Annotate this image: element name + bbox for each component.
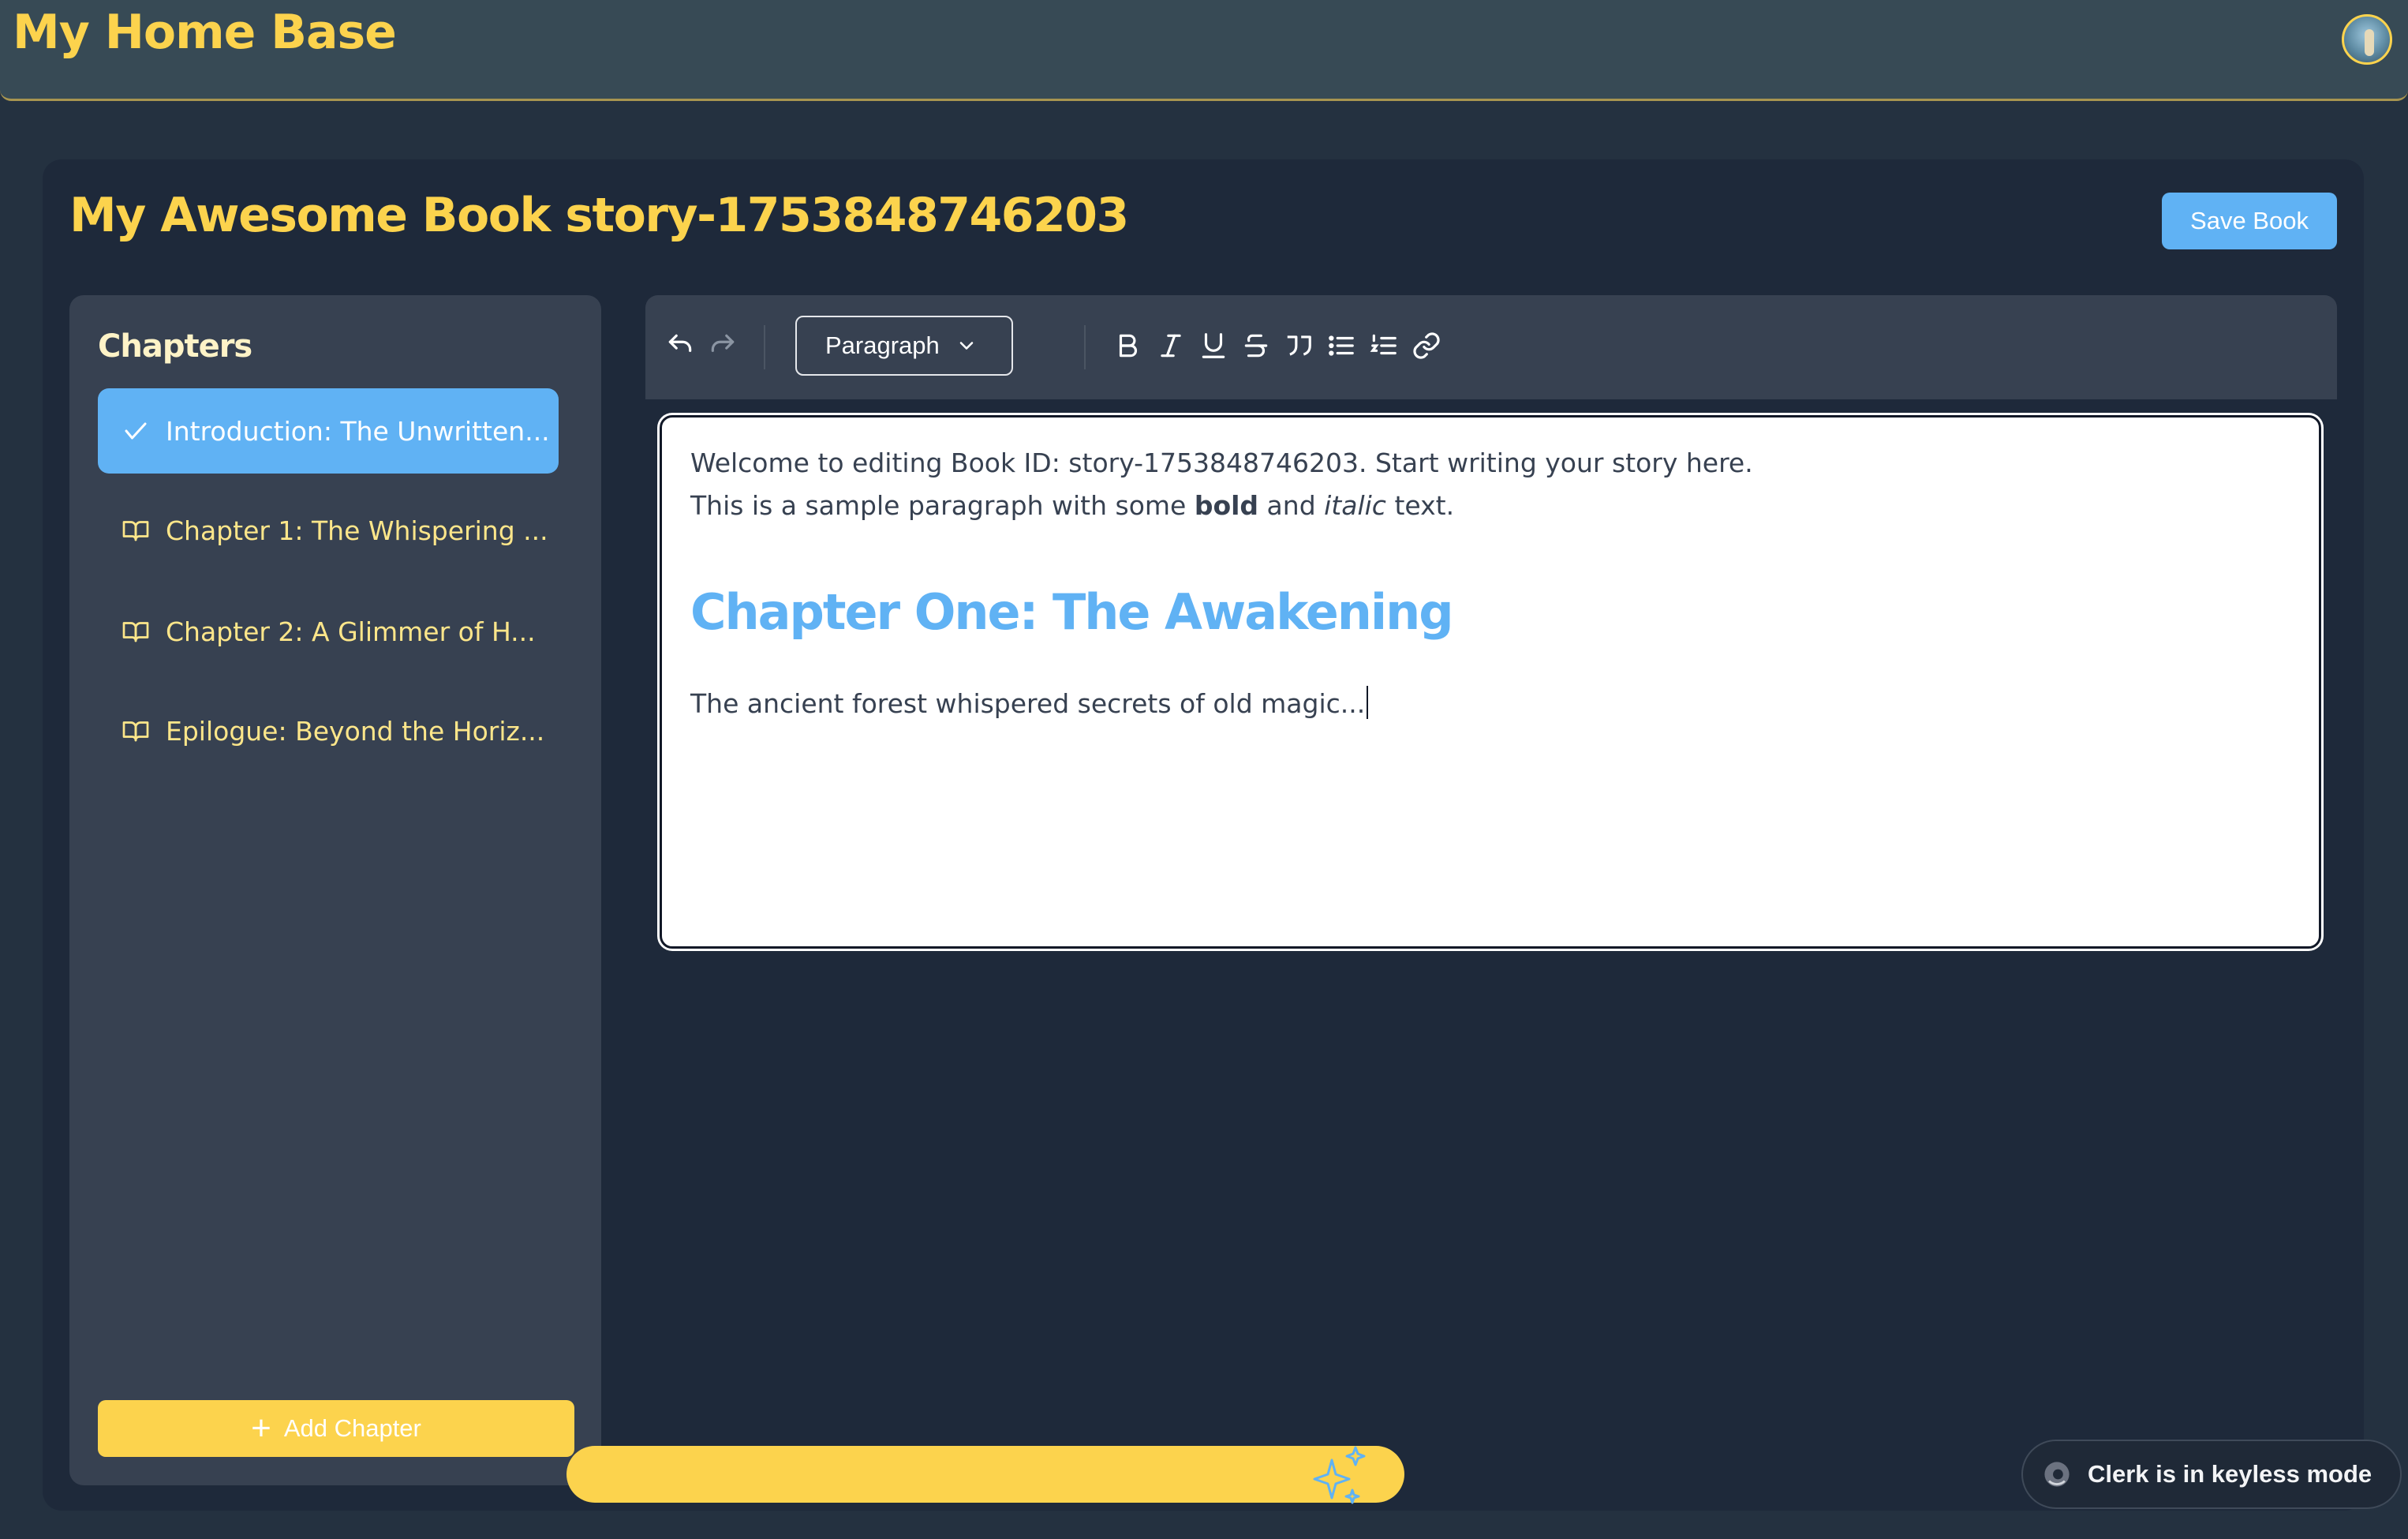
user-avatar[interactable] [2342, 14, 2392, 65]
link-icon[interactable] [1409, 328, 1444, 363]
text-run: text. [1385, 490, 1455, 521]
add-chapter-label: Add Chapter [283, 1414, 421, 1442]
editor-area: Paragraph Welcome to editing Book ID: st… [645, 295, 2337, 1485]
sparkles-icon[interactable] [1305, 1443, 1376, 1511]
chapters-sidebar: Chapters Introduction: The Unwritten... … [69, 295, 601, 1485]
document-heading: Chapter One: The Awakening [690, 583, 1454, 641]
chapter-item-label: Chapter 1: The Whispering ... [166, 515, 548, 546]
chevron-down-icon [959, 342, 974, 350]
book-open-icon [122, 622, 149, 642]
clerk-keyless-badge[interactable]: Clerk is in keyless mode [2021, 1440, 2402, 1509]
clerk-status-text: Clerk is in keyless mode [2088, 1460, 2372, 1488]
document-paragraph: Welcome to editing Book ID: story-175384… [690, 447, 1753, 478]
add-chapter-button[interactable]: + Add Chapter [98, 1400, 574, 1457]
italic-icon[interactable] [1154, 328, 1188, 363]
bold-text: bold [1194, 490, 1259, 521]
bold-icon[interactable] [1111, 328, 1146, 363]
toolbar-divider [1084, 325, 1086, 369]
block-type-select[interactable]: Paragraph [795, 316, 1013, 376]
underline-icon[interactable] [1196, 328, 1231, 363]
check-icon [125, 422, 147, 440]
block-type-value: Paragraph [825, 331, 940, 359]
chapter-item-epilogue[interactable]: Epilogue: Beyond the Horiz... [98, 688, 559, 773]
undo-icon[interactable] [663, 328, 697, 363]
chapter-item-label: Epilogue: Beyond the Horiz... [166, 715, 545, 747]
book-open-icon [122, 521, 149, 541]
redo-icon[interactable] [705, 328, 740, 363]
italic-text: italic [1324, 490, 1386, 521]
document-content[interactable]: Welcome to editing Book ID: story-175384… [660, 415, 2321, 949]
clerk-logo-icon [2044, 1462, 2070, 1487]
book-title: My Awesome Book story-1753848746203 [69, 188, 1129, 243]
chapter-item-label: Chapter 2: A Glimmer of H... [166, 616, 536, 647]
document-paragraph: The ancient forest whispered secrets of … [690, 686, 1369, 719]
text-run: The ancient forest whispered secrets of … [690, 688, 1366, 719]
plus-icon: + [251, 1409, 271, 1447]
toolbar-divider [764, 325, 765, 369]
editor-toolbar: Paragraph [645, 295, 2337, 399]
chapters-heading: Chapters [98, 328, 252, 365]
chapter-item-introduction[interactable]: Introduction: The Unwritten... [98, 388, 559, 474]
quote-icon[interactable] [1281, 328, 1316, 363]
text-run: This is a sample paragraph with some [690, 490, 1195, 521]
chapter-item-chapter-2[interactable]: Chapter 2: A Glimmer of H... [98, 589, 559, 674]
ai-assistant-bar[interactable] [566, 1446, 1404, 1504]
book-editor-card: My Awesome Book story-1753848746203 Save… [43, 159, 2364, 1511]
top-nav-bar: My Home Base [0, 0, 2408, 101]
strikethrough-icon[interactable] [1239, 328, 1273, 363]
ordered-list-icon[interactable] [1367, 328, 1401, 363]
chapter-item-chapter-1[interactable]: Chapter 1: The Whispering ... [98, 488, 559, 573]
text-caret [1367, 686, 1369, 719]
text-run: and [1258, 490, 1325, 521]
bullet-list-icon[interactable] [1324, 328, 1359, 363]
book-open-icon [122, 721, 149, 742]
app-title[interactable]: My Home Base [13, 5, 397, 60]
document-paragraph: This is a sample paragraph with some bol… [690, 490, 1454, 521]
chapter-item-label: Introduction: The Unwritten... [166, 415, 550, 447]
save-book-button[interactable]: Save Book [2162, 193, 2337, 249]
